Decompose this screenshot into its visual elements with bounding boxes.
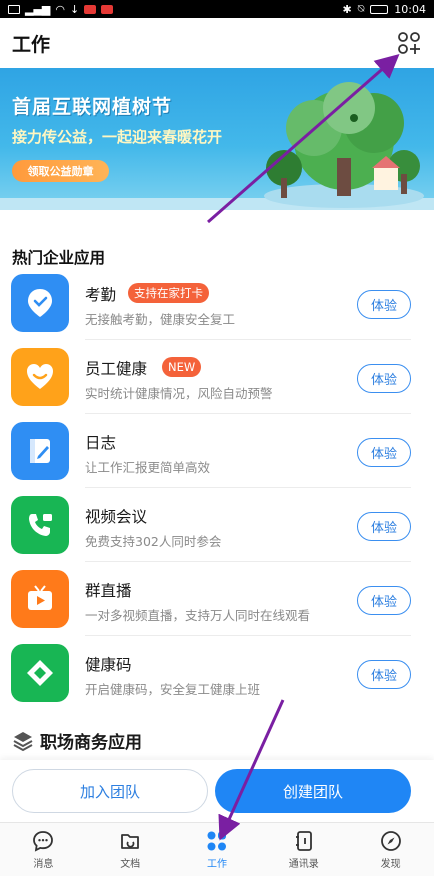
try-button-health-code[interactable]: 体验	[357, 660, 411, 689]
app-row-group-live[interactable]: 群直播 一对多视频直播，支持万人同时在线观看 体验	[0, 562, 434, 636]
wifi-icon: ◠	[55, 2, 65, 16]
tab-messages[interactable]: 消息	[0, 823, 87, 876]
app-notification-icon	[101, 4, 114, 14]
banner-button[interactable]: 领取公益勋章	[12, 160, 109, 182]
create-team-button[interactable]: 创建团队	[215, 769, 411, 813]
status-bar: ▂▄▆ ◠ ↓ ✱ ⍉ 10:04	[0, 0, 434, 18]
video-call-icon	[11, 496, 69, 554]
app-row-employee-health[interactable]: 员工健康 NEW 实时统计健康情况，风险自动预警 体验	[0, 340, 434, 414]
app-row-attendance[interactable]: 考勤 支持在家打卡 无接触考勤，健康安全复工 体验	[0, 266, 434, 340]
status-time: 10:04	[394, 2, 426, 16]
app-badge-new: NEW	[162, 357, 202, 377]
heart-smile-icon	[11, 348, 69, 406]
tv-live-icon	[11, 570, 69, 628]
try-button-group-live[interactable]: 体验	[357, 586, 411, 615]
tab-contacts[interactable]: 通讯录	[260, 823, 347, 876]
tab-label: 工作	[206, 859, 227, 870]
app-header: 工作	[0, 18, 434, 68]
download-icon: ↓	[70, 2, 80, 16]
app-desc: 实时统计健康情况，风险自动预警	[85, 386, 273, 401]
app-desc: 免费支持302人同时参会	[85, 534, 222, 549]
app-badge: 支持在家打卡	[128, 283, 209, 303]
join-team-button[interactable]: 加入团队	[12, 769, 208, 813]
bottom-tab-bar: 消息 文档 工作 通讯录 发现	[0, 822, 434, 876]
section-business-apps: 职场商务应用	[12, 728, 142, 753]
page-title: 工作	[12, 33, 51, 56]
tab-label: 文档	[120, 859, 141, 870]
status-right-icons: ✱ ⍉ 10:04	[342, 2, 426, 16]
app-name: 健康码	[85, 656, 132, 674]
tab-documents[interactable]: 文档	[87, 823, 174, 876]
sim-icon	[8, 4, 20, 14]
work-grid-icon	[207, 831, 226, 851]
compass-icon	[380, 831, 401, 851]
mute-icon: ⍉	[357, 2, 365, 15]
location-pin-icon	[11, 274, 69, 332]
try-button-attendance[interactable]: 体验	[357, 290, 411, 319]
app-name: 视频会议	[85, 508, 148, 526]
document-icon	[121, 834, 140, 849]
notification-icon	[84, 4, 97, 14]
tab-label: 消息	[33, 859, 54, 870]
bluetooth-icon: ✱	[342, 2, 352, 16]
try-button-employee-health[interactable]: 体验	[357, 364, 411, 393]
signal-icon: ▂▄▆	[25, 2, 51, 16]
battery-icon	[370, 4, 389, 14]
message-icon	[33, 831, 54, 852]
layers-icon	[13, 731, 33, 751]
app-row-health-code[interactable]: 健康码 开启健康码，安全复工健康上班 体验	[0, 636, 434, 710]
app-desc: 开启健康码，安全复工健康上班	[85, 682, 261, 697]
app-row-log[interactable]: 日志 让工作汇报更简单高效 体验	[0, 414, 434, 488]
app-name: 员工健康	[85, 360, 148, 378]
tree-illustration	[264, 82, 424, 208]
app-desc: 无接触考勤，健康安全复工	[85, 312, 236, 327]
promo-banner[interactable]: 首届互联网植树节 接力传公益，一起迎来春暖花开 领取公益勋章	[0, 68, 434, 210]
tab-work[interactable]: 工作	[174, 823, 261, 876]
app-desc: 让工作汇报更简单高效	[85, 460, 211, 475]
section-title-business-apps: 职场商务应用	[40, 733, 142, 753]
app-name: 考勤	[85, 286, 117, 304]
contacts-icon	[295, 831, 312, 851]
tab-discover[interactable]: 发现	[347, 823, 434, 876]
try-button-video-meeting[interactable]: 体验	[357, 512, 411, 541]
app-name: 日志	[85, 434, 117, 452]
app-row-video-meeting[interactable]: 视频会议 免费支持302人同时参会 体验	[0, 488, 434, 562]
team-action-bar: 加入团队 创建团队	[0, 760, 434, 822]
notebook-pen-icon	[11, 422, 69, 480]
add-app-icon[interactable]	[396, 30, 422, 56]
app-name: 群直播	[85, 582, 132, 600]
banner-title: 首届互联网植树节	[12, 96, 173, 118]
tab-label: 发现	[380, 859, 401, 870]
status-left-icons: ▂▄▆ ◠ ↓	[8, 2, 114, 16]
app-desc: 一对多视频直播，支持万人同时在线观看	[85, 608, 311, 623]
tab-label: 通讯录	[288, 859, 319, 870]
section-title-hot-apps: 热门企业应用	[12, 249, 106, 267]
banner-subtitle: 接力传公益，一起迎来春暖花开	[12, 128, 223, 146]
health-code-icon	[11, 644, 69, 702]
try-button-log[interactable]: 体验	[357, 438, 411, 467]
